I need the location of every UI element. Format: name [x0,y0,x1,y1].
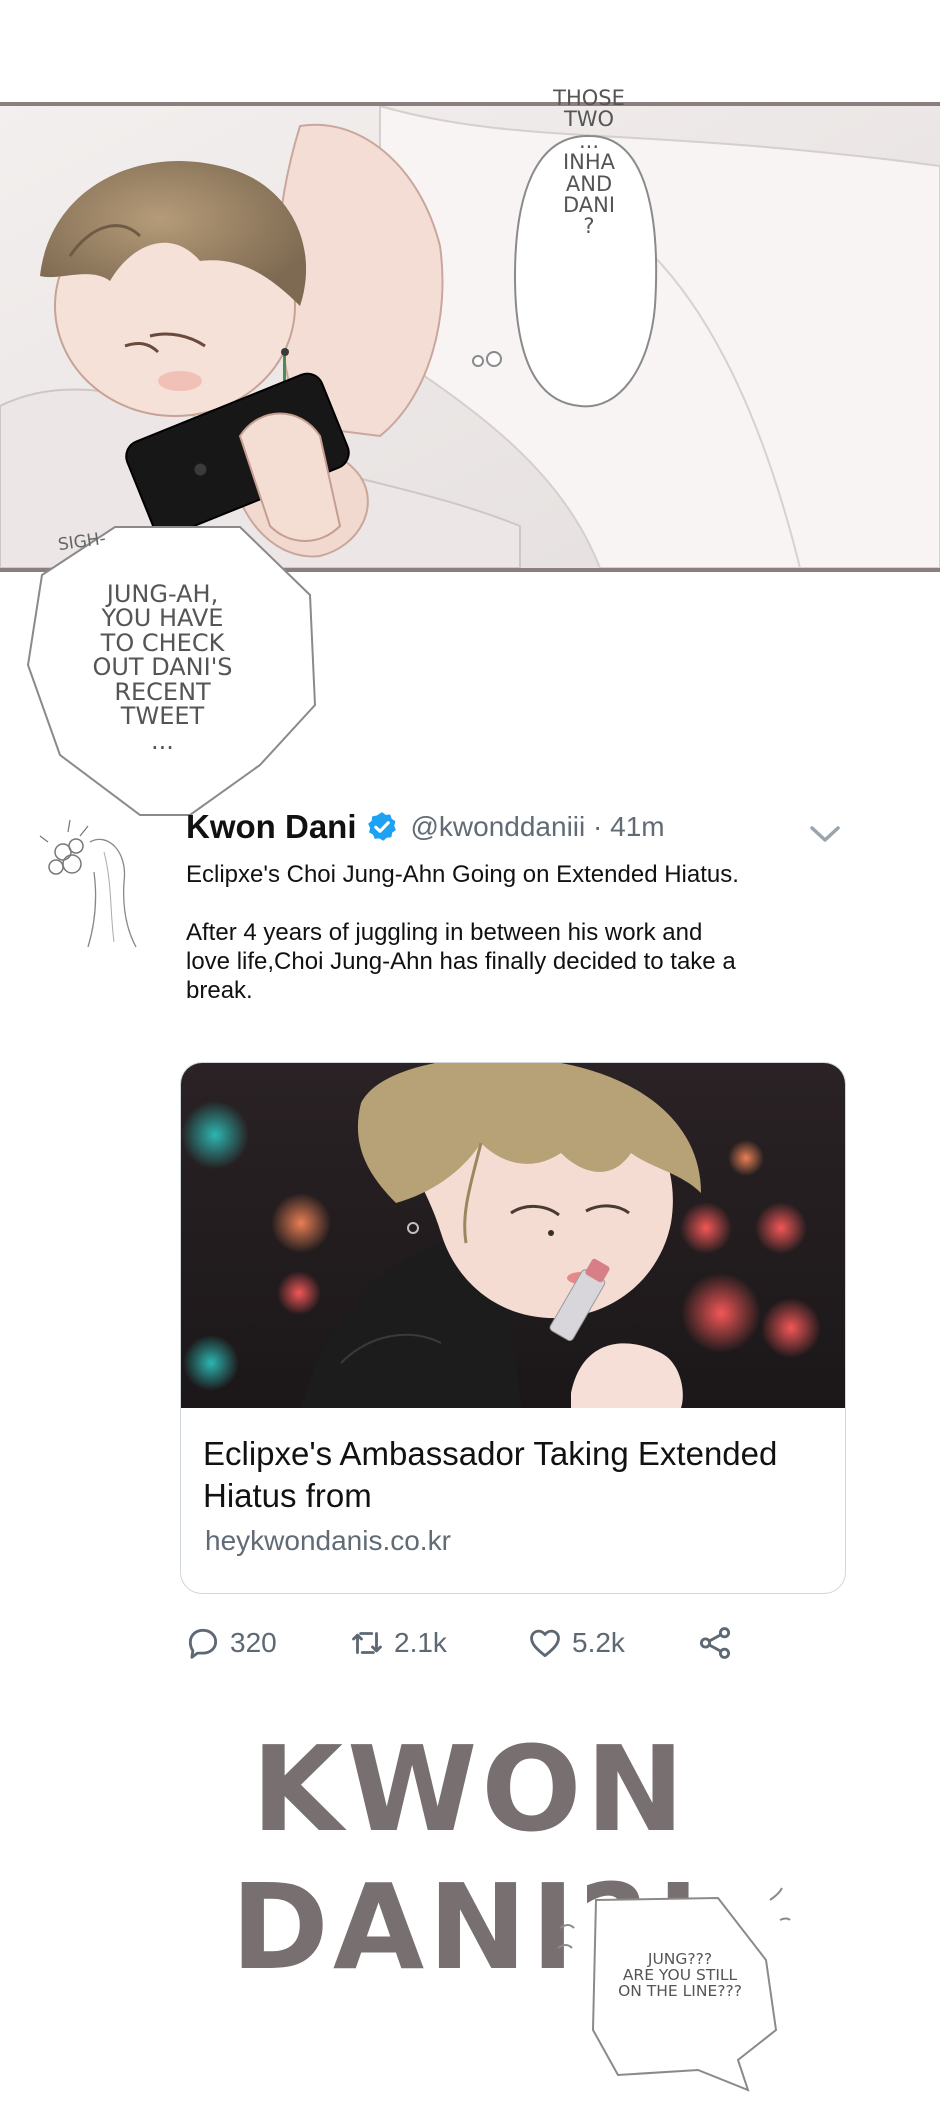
phone-line: ON THE LINE??? [618,1981,742,2000]
tweet-action-bar: 320 2.1k 5.2k [184,1624,784,1668]
retweet-button[interactable]: 2.1k [348,1624,447,1662]
speech-line: ... [151,726,174,755]
tweet-handle-time[interactable]: @kwonddaniii · 41m [411,811,665,843]
speech-line: YOU HAVE [101,604,224,633]
bed-panel [0,102,940,572]
speech-line: TWEET [120,702,205,731]
speech-line: RECENT [114,677,211,706]
retweet-count: 2.1k [394,1627,447,1658]
like-icon [530,1629,560,1658]
avatar[interactable] [28,812,148,952]
thought-line: THOSE [553,86,625,110]
link-preview-card[interactable]: Eclipxe's Ambassador Taking Extended Hia… [180,1062,846,1594]
thought-line: TWO [563,107,615,132]
thought-bubble-text: THOSE TWO ... INHA AND DANI ? [520,86,658,239]
thought-line: ... [578,128,600,153]
tweet-author-name[interactable]: Kwon Dani [186,808,357,846]
phone-bubble-text: JUNG??? ARE YOU STILL ON THE LINE??? [600,1951,760,2000]
reply-button[interactable]: 320 [184,1624,277,1662]
like-button[interactable]: 5.2k [526,1624,625,1662]
bed-scene-illustration [0,106,940,568]
reply-icon [188,1628,218,1659]
speech-line: OUT DANI'S [92,653,233,682]
chevron-down-icon[interactable] [806,820,844,848]
share-button[interactable] [696,1624,742,1662]
card-domain[interactable]: heykwondanis.co.kr [205,1525,451,1557]
card-title[interactable]: Eclipxe's Ambassador Taking Extended Hia… [203,1433,833,1517]
thought-line: INHA [562,150,616,175]
speech-line: JUNG-AH, [106,580,219,608]
tweet-header: Kwon Dani @kwonddaniii · 41m [186,808,665,846]
tweet-paragraph: After 4 years of juggling in between his… [186,919,736,1004]
verified-badge-icon [367,812,396,841]
speech-bubble-text: JUNG-AH, YOU HAVE TO CHECK OUT DANI'S RE… [60,580,265,755]
comic-page: THOSE TWO ... INHA AND DANI ? SIGH- JUNG… [0,0,940,2115]
thought-line: AND [565,171,613,196]
card-image [181,1063,845,1408]
retweet-icon [352,1632,382,1654]
tweet-text: Eclipxe's Choi Jung-Ahn Going on Extende… [186,860,746,1005]
share-icon [699,1627,731,1659]
shout-text: KWON DANI?! [230,1720,710,1996]
thought-line: ? [583,214,595,239]
like-count: 5.2k [572,1627,625,1658]
tweet-paragraph: Eclipxe's Choi Jung-Ahn Going on Extende… [186,861,739,888]
thought-line: DANI [562,193,616,218]
speech-line: TO CHECK [100,628,225,657]
reply-count: 320 [230,1627,277,1658]
